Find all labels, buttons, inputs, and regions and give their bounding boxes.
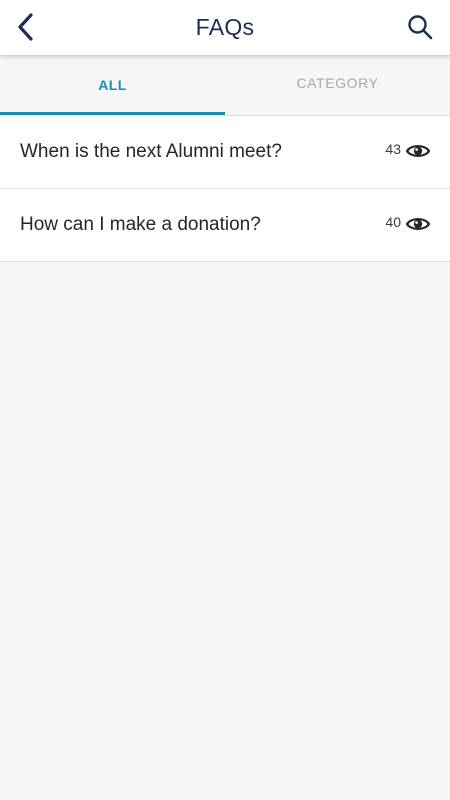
page-title: FAQs	[195, 14, 255, 40]
faq-question: How can I make a donation?	[20, 214, 261, 235]
active-tab-indicator	[0, 112, 225, 115]
tab-category-label: CATEGORY	[296, 75, 379, 91]
faq-list: When is the next Alumni meet? 43 How can…	[0, 115, 450, 262]
view-count: 40	[385, 214, 401, 230]
tab-all-label: ALL	[98, 77, 127, 93]
faq-item[interactable]: How can I make a donation? 40	[0, 188, 450, 262]
eye-icon	[406, 218, 430, 230]
tab-bar: ALL CATEGORY	[0, 55, 450, 115]
faq-question: When is the next Alumni meet?	[20, 141, 282, 162]
faq-item[interactable]: When is the next Alumni meet? 43	[0, 115, 450, 188]
search-icon	[408, 15, 433, 40]
eye-icon	[406, 145, 430, 157]
tab-all[interactable]: ALL	[0, 55, 225, 115]
view-count: 43	[385, 141, 401, 157]
app-header: FAQs	[0, 0, 450, 55]
tab-category[interactable]: CATEGORY	[225, 55, 450, 115]
search-button[interactable]	[402, 8, 438, 46]
